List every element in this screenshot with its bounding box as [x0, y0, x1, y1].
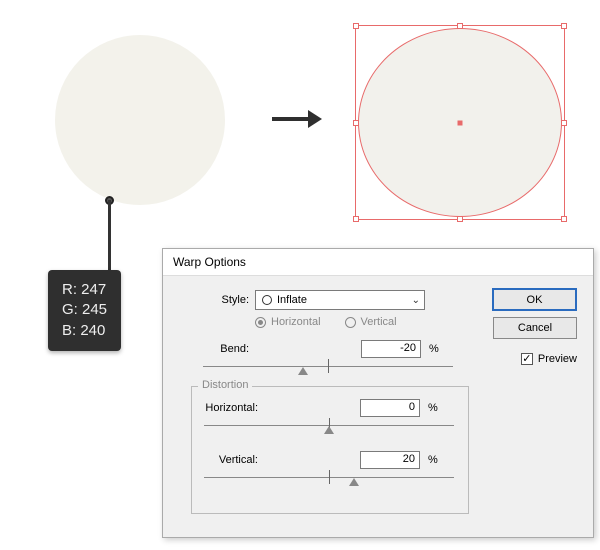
radio-icon	[255, 317, 266, 328]
handle-bl[interactable]	[353, 216, 359, 222]
radio-icon	[345, 317, 356, 328]
handle-tr[interactable]	[561, 23, 567, 29]
dialog-title: Warp Options	[163, 249, 593, 276]
bend-input[interactable]: -20	[361, 340, 421, 358]
dist-h-label: Horizontal:	[192, 402, 258, 414]
ok-button[interactable]: OK	[492, 288, 577, 311]
orientation-vertical-radio[interactable]: Vertical	[345, 316, 397, 328]
cancel-button[interactable]: Cancel	[493, 317, 577, 339]
warp-options-dialog: Warp Options Style: Inflate ⌄ Horizontal…	[162, 248, 594, 538]
color-b: B: 240	[62, 321, 107, 341]
color-g: G: 245	[62, 300, 107, 320]
callout-connector	[108, 200, 111, 275]
ok-label: OK	[527, 294, 543, 306]
handle-br[interactable]	[561, 216, 567, 222]
handle-ml[interactable]	[353, 120, 359, 126]
dist-v-input[interactable]: 20	[360, 451, 420, 469]
percent-label: %	[428, 454, 438, 466]
center-point-icon	[458, 120, 463, 125]
preview-label: Preview	[538, 353, 577, 365]
distortion-legend: Distortion	[198, 379, 252, 391]
orientation-horizontal-radio[interactable]: Horizontal	[255, 316, 321, 328]
inflate-icon	[262, 295, 272, 305]
style-dropdown[interactable]: Inflate ⌄	[255, 290, 425, 310]
dist-v-slider[interactable]	[204, 473, 454, 483]
style-label: Style:	[189, 294, 249, 306]
dist-v-label: Vertical:	[192, 454, 258, 466]
orientation-v-label: Vertical	[361, 316, 397, 328]
selection-bounding-box[interactable]	[355, 25, 565, 220]
dist-h-input[interactable]: 0	[360, 399, 420, 417]
color-readout: R: 247 G: 245 B: 240	[48, 270, 121, 351]
dist-h-slider[interactable]	[204, 421, 454, 431]
preview-checkbox[interactable]: Preview	[521, 353, 577, 365]
chevron-down-icon: ⌄	[412, 295, 420, 306]
orientation-h-label: Horizontal	[271, 316, 321, 328]
handle-tl[interactable]	[353, 23, 359, 29]
checkmark-icon	[521, 353, 533, 365]
percent-label: %	[428, 402, 438, 414]
style-value: Inflate	[277, 294, 412, 306]
bend-label: Bend:	[189, 343, 249, 355]
handle-tc[interactable]	[457, 23, 463, 29]
source-ellipse	[55, 35, 225, 205]
color-r: R: 247	[62, 280, 107, 300]
handle-mr[interactable]	[561, 120, 567, 126]
percent-label: %	[429, 343, 439, 355]
cancel-label: Cancel	[518, 322, 552, 334]
bend-slider[interactable]	[203, 362, 453, 372]
handle-bc[interactable]	[457, 216, 463, 222]
distortion-group: Distortion Horizontal: 0 % Vertical: 20 …	[191, 386, 469, 514]
